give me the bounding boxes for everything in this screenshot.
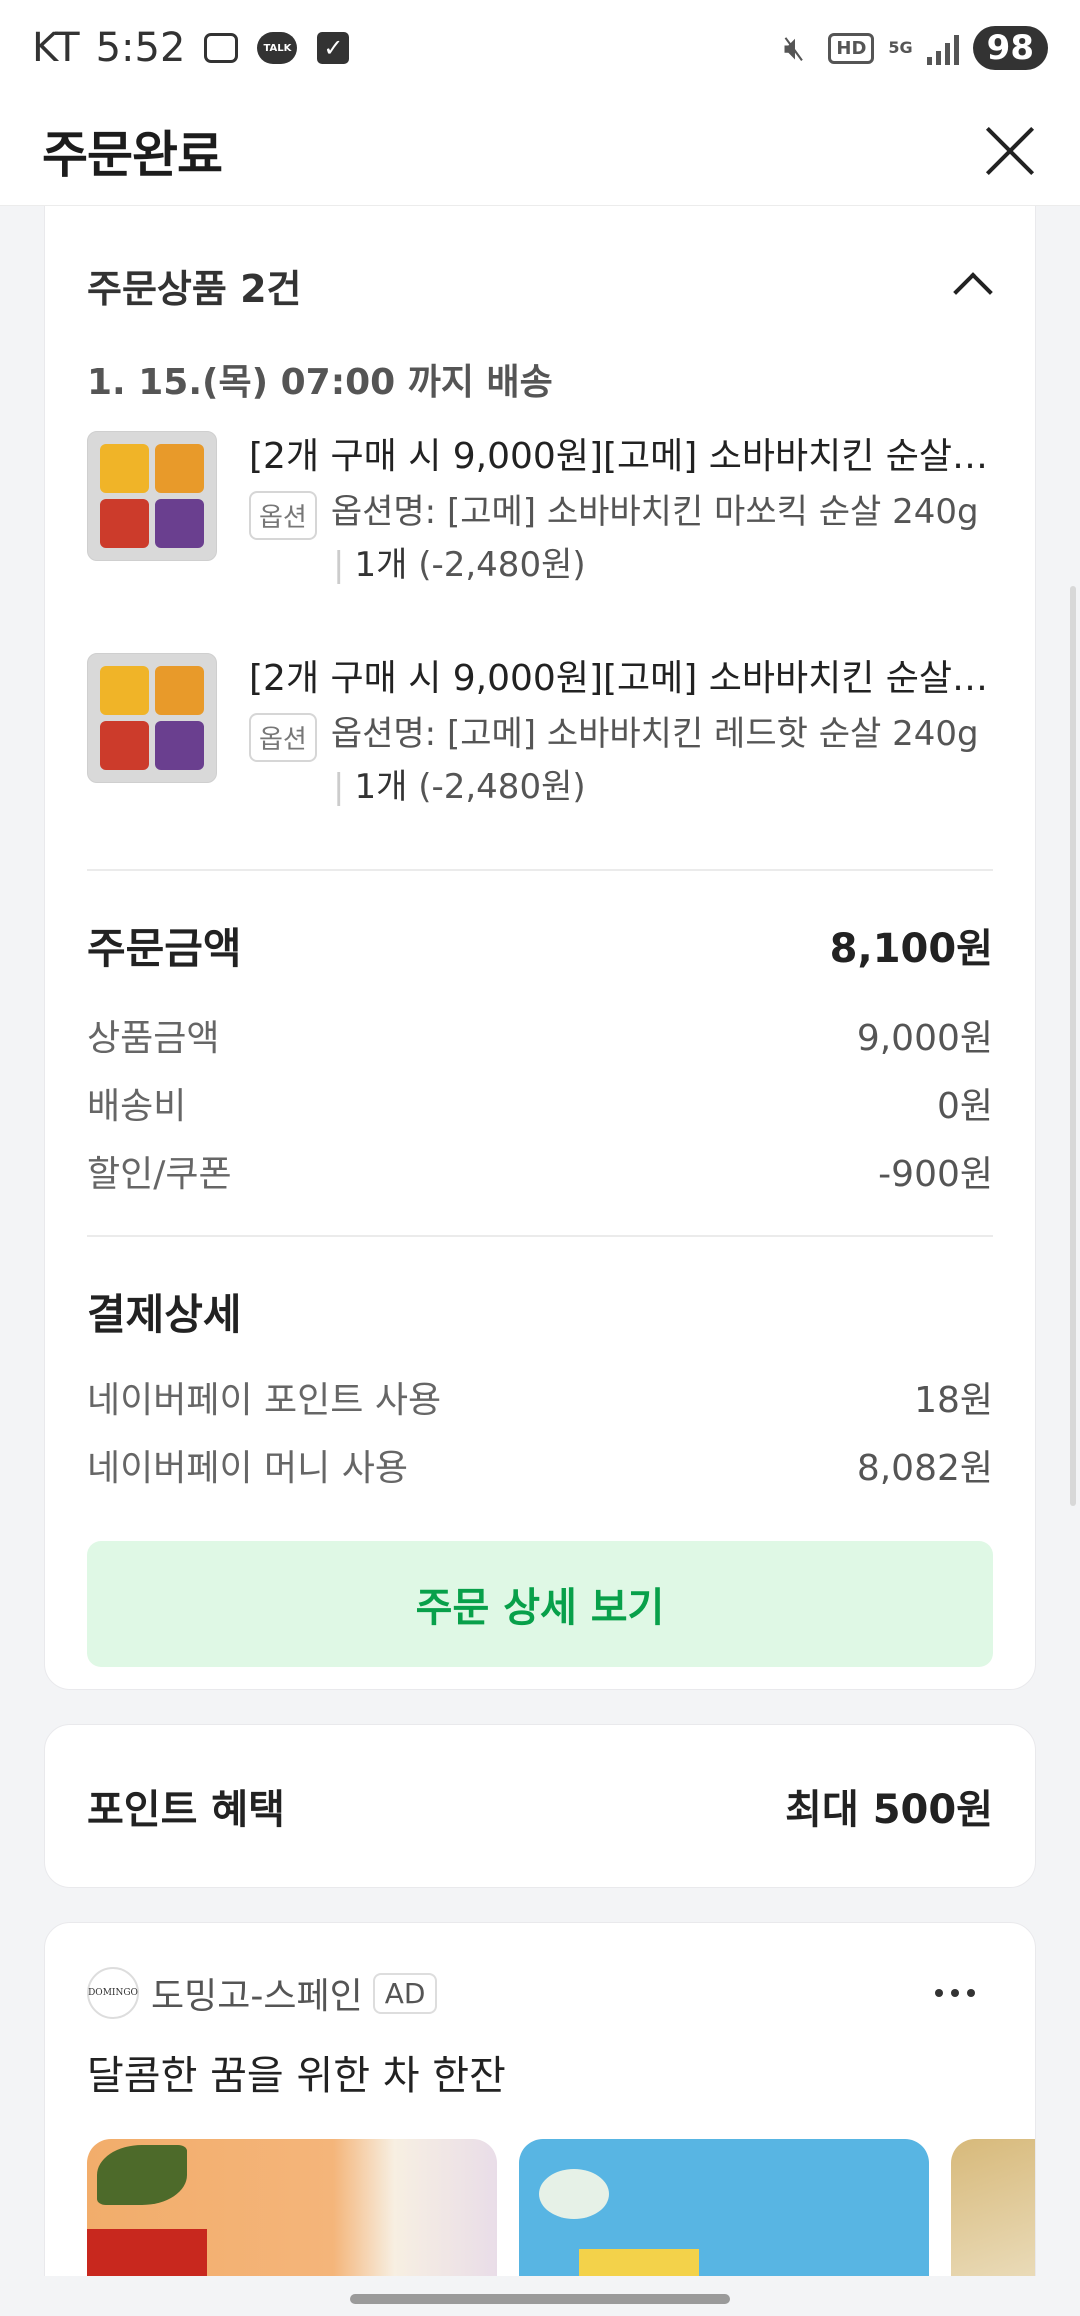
product-quantity: | 1개 (-2,480원) [333,545,586,585]
mute-icon: 🔇︎ [783,28,806,68]
carrier-label: KT [32,25,80,71]
advertiser-logo[interactable]: DOMINGO [87,1967,139,2019]
product-quantity: | 1개 (-2,480원) [333,767,586,807]
network-5g-icon: 5G [888,38,913,57]
gesture-navigation-bar [0,2276,1080,2316]
more-options-icon[interactable] [935,1989,975,1997]
signal-icon [926,31,959,65]
app-header: 주문완료 [0,96,1080,206]
delivery-date: 1. 15.(목) 07:00 까지 배송 [87,362,553,403]
points-value: 최대 500원 [785,1787,993,1833]
checkbox-notification-icon: ✓ [313,28,353,68]
order-detail-button[interactable]: 주문 상세 보기 [87,1541,993,1667]
content-scroll[interactable]: 주문상품 2건 1. 15.(목) 07:00 까지 배송 [2개 구매 시 9… [0,206,1080,2276]
battery-indicator: 98 [972,26,1048,70]
amount-row-product: 상품금액 9,000원 [87,1018,993,1059]
ad-badge: AD [372,1972,438,2014]
kakaotalk-icon: TALK [257,28,298,68]
divider [87,1235,993,1237]
order-items-title: 주문상품 2건 [87,266,302,311]
close-icon[interactable] [982,123,1038,179]
ad-image[interactable] [951,2139,1035,2276]
order-amount-title: 주문금액 [87,923,242,973]
scrollbar[interactable] [1070,586,1076,1506]
amount-row-shipping: 배송비 0원 [87,1086,993,1127]
screenshot-icon [201,28,241,68]
payment-row-money: 네이버페이 머니 사용 8,082원 [87,1448,993,1489]
ad-image[interactable] [519,2139,929,2276]
ad-image[interactable] [87,2139,497,2276]
advertiser-name[interactable]: 도밍고-스페인 [151,1967,363,2019]
hd-voice-icon: HD [828,32,875,64]
product-thumbnail[interactable] [87,431,217,561]
ad-card[interactable]: DOMINGO 도밍고-스페인 AD 달콤한 꿈을 위한 차 한잔 [44,1922,1036,2276]
chevron-up-icon[interactable] [953,272,993,312]
divider [87,869,993,871]
product-thumbnail[interactable] [87,653,217,783]
option-tag: 옵션 [249,491,317,540]
quantity-price: (-2,480원) [418,545,586,585]
home-indicator[interactable] [350,2294,730,2304]
option-name: 옵션명: [고메] 소바바치킨 레드핫 순살 240g [330,714,979,754]
order-items-header[interactable]: 주문상품 2건 [87,239,993,331]
product-name[interactable]: [2개 구매 시 9,000원][고메] 소바바치킨 순살 240g [249,653,989,705]
payment-row-points: 네이버페이 포인트 사용 18원 [87,1380,993,1421]
quantity-price: (-2,480원) [418,767,586,807]
ad-copy: 달콤한 꿈을 위한 차 한잔 [87,2053,506,2099]
payment-detail-header: 결제상세 [87,1273,993,1349]
amount-row-discount: 할인/쿠폰 -900원 [87,1154,993,1195]
product-item[interactable]: [2개 구매 시 9,000원][고메] 소바바치킨 순살 240g 옵션 옵션… [87,653,993,843]
ad-image-carousel[interactable] [87,2139,1035,2276]
order-amount-header: 주문금액 8,100원 [87,907,993,983]
points-benefit-card[interactable]: 포인트 혜택 최대 500원 [44,1724,1036,1888]
order-amount-total: 8,100원 [829,926,993,972]
option-tag: 옵션 [249,713,317,762]
option-name: 옵션명: [고메] 소바바치킨 마쏘킥 순살 240g [330,492,979,532]
clock: 5:52 [95,25,186,71]
status-bar: KT 5:52 TALK ✓ 🔇︎ HD 5G 98 [0,0,1080,96]
product-item[interactable]: [2개 구매 시 9,000원][고메] 소바바치킨 순살 240g 옵션 옵션… [87,431,993,621]
points-label: 포인트 혜택 [87,1787,285,1833]
payment-detail-title: 결제상세 [87,1289,242,1339]
page-title: 주문완료 [42,125,223,184]
order-summary-card: 주문상품 2건 1. 15.(목) 07:00 까지 배송 [2개 구매 시 9… [44,206,1036,1690]
product-name[interactable]: [2개 구매 시 9,000원][고메] 소바바치킨 순살 240g [249,431,989,483]
